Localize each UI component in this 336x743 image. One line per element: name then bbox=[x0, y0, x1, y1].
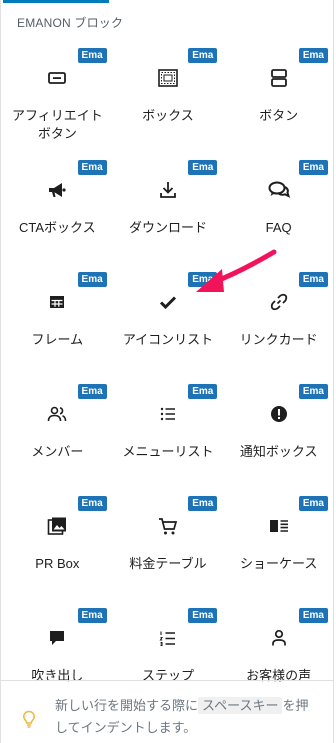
ema-badge: Ema bbox=[188, 608, 218, 623]
ema-badge: Ema bbox=[188, 272, 218, 287]
block-item-faq[interactable]: Ema FAQ bbox=[223, 156, 334, 268]
block-item-button[interactable]: Ema ボタン bbox=[223, 44, 334, 156]
block-item-notice-box[interactable]: Ema 通知ボックス bbox=[223, 380, 334, 492]
chat-bubbles-icon bbox=[267, 178, 291, 202]
alert-icon bbox=[267, 402, 291, 426]
block-label: ボタン bbox=[259, 108, 299, 123]
active-tab-indicator bbox=[3, 0, 109, 3]
tip-prefix: 新しい行を開始する際に bbox=[55, 698, 199, 713]
block-item-icon-list[interactable]: Ema アイコンリスト bbox=[113, 268, 224, 380]
button-icon bbox=[267, 66, 291, 90]
block-item-cta-box[interactable]: Ema CTAボックス bbox=[2, 156, 113, 268]
box-icon bbox=[156, 66, 180, 90]
ema-badge: Ema bbox=[77, 160, 107, 175]
people-icon bbox=[45, 402, 69, 426]
tip-key: スペースキー bbox=[198, 697, 283, 714]
block-label: FAQ bbox=[265, 220, 292, 235]
block-item-member[interactable]: Ema メンバー bbox=[2, 380, 113, 492]
megaphone-icon bbox=[45, 178, 69, 202]
block-item-affiliate-button[interactable]: Ema アフィリエイトボタン bbox=[2, 44, 113, 156]
ema-badge: Ema bbox=[188, 496, 218, 511]
person-icon bbox=[267, 626, 291, 650]
ema-badge: Ema bbox=[298, 496, 328, 511]
block-label: ボックス bbox=[142, 108, 194, 123]
block-label: アイコンリスト bbox=[122, 332, 214, 347]
block-label: アフィリエイトボタン bbox=[11, 108, 103, 141]
block-label: ショーケース bbox=[239, 556, 318, 571]
block-label: ステップ bbox=[141, 668, 194, 683]
ema-badge: Ema bbox=[77, 384, 107, 399]
ema-badge: Ema bbox=[298, 48, 328, 63]
block-item-frame[interactable]: Ema フレーム bbox=[2, 268, 113, 380]
check-icon bbox=[156, 290, 180, 314]
ema-badge: Ema bbox=[188, 384, 218, 399]
block-inserter-panel: EMANON ブロック Ema アフィリエイトボタン Ema ボックス Ema … bbox=[0, 0, 334, 743]
cart-icon bbox=[156, 514, 180, 538]
ordered-list-icon bbox=[156, 626, 180, 650]
block-label: リンクカード bbox=[239, 332, 318, 347]
section-divider bbox=[1, 680, 333, 681]
download-icon bbox=[156, 178, 180, 202]
block-label: CTAボックス bbox=[19, 220, 96, 235]
block-label: フレーム bbox=[31, 332, 84, 347]
ema-badge: Ema bbox=[77, 272, 107, 287]
block-label: お客様の声 bbox=[246, 668, 312, 683]
block-item-download[interactable]: Ema ダウンロード bbox=[113, 156, 224, 268]
table-icon bbox=[45, 290, 69, 314]
affiliate-button-icon bbox=[45, 66, 69, 90]
ema-badge: Ema bbox=[77, 496, 107, 511]
ema-badge: Ema bbox=[298, 608, 328, 623]
tip-text: 新しい行を開始する際に スペースキー を押してインデントします。 bbox=[55, 695, 317, 739]
inserter-tip: 新しい行を開始する際に スペースキー を押してインデントします。 bbox=[17, 695, 317, 739]
ema-badge: Ema bbox=[77, 608, 107, 623]
block-label: メンバー bbox=[31, 444, 84, 459]
block-label: PR Box bbox=[35, 556, 80, 571]
block-item-showcase[interactable]: Ema ショーケース bbox=[223, 492, 334, 604]
media-text-icon bbox=[267, 514, 291, 538]
ema-badge: Ema bbox=[298, 384, 328, 399]
block-label: メニューリスト bbox=[122, 444, 214, 459]
block-item-pr-box[interactable]: Ema PR Box bbox=[2, 492, 113, 604]
lightbulb-icon bbox=[17, 707, 41, 731]
speech-bubble-icon bbox=[45, 626, 69, 650]
ema-badge: Ema bbox=[298, 272, 328, 287]
ema-badge: Ema bbox=[298, 160, 328, 175]
ema-badge: Ema bbox=[188, 160, 218, 175]
gallery-icon bbox=[45, 514, 69, 538]
block-item-link-card[interactable]: Ema リンクカード bbox=[223, 268, 334, 380]
block-label: 吹き出し bbox=[31, 668, 84, 683]
ema-badge: Ema bbox=[77, 48, 107, 63]
section-title: EMANON ブロック bbox=[17, 16, 124, 30]
block-item-price-table[interactable]: Ema 料金テーブル bbox=[113, 492, 224, 604]
block-label: 通知ボックス bbox=[239, 444, 318, 459]
block-item-menu-list[interactable]: Ema メニューリスト bbox=[113, 380, 224, 492]
block-grid: Ema アフィリエイトボタン Ema ボックス Ema ボタン Ema CTAボ… bbox=[2, 44, 334, 716]
block-label: ダウンロード bbox=[128, 220, 207, 235]
ema-badge: Ema bbox=[188, 48, 218, 63]
block-item-box[interactable]: Ema ボックス bbox=[113, 44, 224, 156]
block-label: 料金テーブル bbox=[129, 556, 207, 571]
link-icon bbox=[267, 290, 291, 314]
list-icon bbox=[156, 402, 180, 426]
